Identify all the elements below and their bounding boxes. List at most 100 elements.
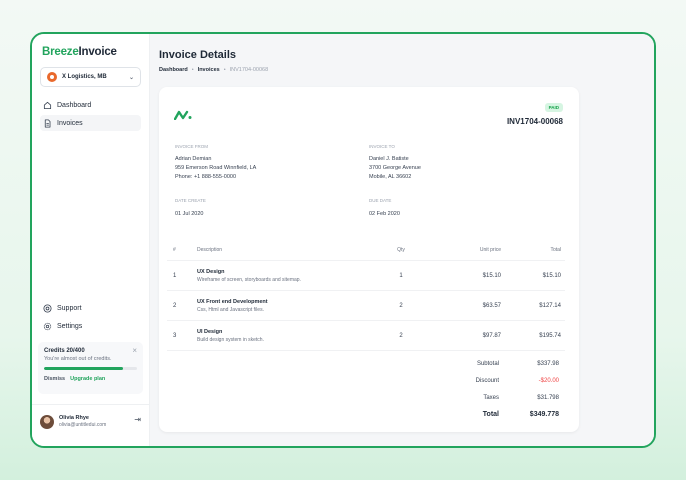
logout-icon[interactable]: ⇥ xyxy=(134,415,141,424)
nav-item-support[interactable]: Support xyxy=(40,300,141,316)
col-number: # xyxy=(173,246,176,253)
row-total: $195.74 xyxy=(539,332,561,339)
main-content: Invoice Details Dashboard • Invoices • I… xyxy=(150,34,654,446)
sidebar: BreezeInvoice X Logistics, MB ⌄ Dashboar… xyxy=(32,34,150,446)
secondary-nav: Support Settings xyxy=(40,300,141,336)
invoice-card: PAID INV1704-00068 INVOICE FROM Adrian D… xyxy=(159,87,579,432)
item-title: UX Front end Development xyxy=(197,298,268,305)
credits-subtitle: You're almost out of credits. xyxy=(44,356,112,362)
invoice-to-label: INVOICE TO xyxy=(369,144,395,149)
close-icon[interactable]: × xyxy=(132,346,137,355)
row-unit-price: $15.10 xyxy=(482,272,501,279)
breadcrumb: Dashboard • Invoices • INV1704-00068 xyxy=(159,67,268,73)
row-total: $127.14 xyxy=(539,302,561,309)
date-create: 01 Jul 2020 xyxy=(175,211,204,217)
brand-logo[interactable]: BreezeInvoice xyxy=(42,46,141,58)
invoice-from-label: INVOICE FROM xyxy=(175,144,209,149)
col-unit-price: Unit price xyxy=(479,246,501,253)
row-qty: 2 xyxy=(399,302,403,309)
page-title: Invoice Details xyxy=(159,49,237,61)
row-description: UI Design Build design system in sketch. xyxy=(197,329,381,343)
nav-item-settings-label: Settings xyxy=(57,322,83,330)
gear-icon xyxy=(43,322,52,331)
from-name: Adrian Demian xyxy=(175,156,212,162)
summary-taxes: Taxes $31.798 xyxy=(439,389,559,406)
org-switcher[interactable]: X Logistics, MB ⌄ xyxy=(40,67,141,87)
nav-item-invoices[interactable]: Invoices xyxy=(40,115,141,131)
nav-item-invoices-label: Invoices xyxy=(57,119,83,127)
row-total: $15.10 xyxy=(542,272,561,279)
total-value: $349.778 xyxy=(529,411,559,418)
user-profile: Olivia Rhye olivia@untitledui.com ⇥ xyxy=(32,404,149,429)
credits-progress-bar xyxy=(44,367,137,370)
item-details: Build design system in sketch. xyxy=(197,336,264,343)
credits-progress-fill xyxy=(44,367,124,370)
support-icon xyxy=(43,303,52,313)
breadcrumb-invoices[interactable]: Invoices xyxy=(198,67,220,73)
item-title: UI Design xyxy=(197,328,223,335)
taxes-label: Taxes xyxy=(483,394,499,401)
summary-total: Total $349.778 xyxy=(439,406,559,423)
breadcrumb-separator-icon: • xyxy=(223,67,226,73)
to-address: 3700 George Avenue xyxy=(369,165,421,171)
total-label: Total xyxy=(482,411,499,418)
org-logo-icon xyxy=(47,72,57,82)
row-qty: 1 xyxy=(399,272,403,279)
credits-title: Credits 20/400 xyxy=(44,348,85,354)
col-description: Description xyxy=(197,246,223,253)
from-address: 959 Emerson Road Winnfield, LA xyxy=(175,165,257,171)
due-date-label: DUE DATE xyxy=(369,198,392,203)
chevron-down-icon: ⌄ xyxy=(128,74,134,81)
item-title: UX Design xyxy=(197,268,225,275)
date-create-label: DATE CREATE xyxy=(175,198,206,203)
due-date: 02 Feb 2020 xyxy=(369,211,400,217)
invoice-summary: Subtotal $337.98 Discount -$20.00 Taxes … xyxy=(439,355,559,423)
to-city: Mobile, AL 36602 xyxy=(369,174,412,180)
table-row: 1 UX Design Wireframe of screen, storybo… xyxy=(167,261,565,291)
summary-subtotal: Subtotal $337.98 xyxy=(439,355,559,372)
app-frame: BreezeInvoice X Logistics, MB ⌄ Dashboar… xyxy=(30,32,656,448)
row-number: 2 xyxy=(173,302,177,309)
nav-item-support-label: Support xyxy=(57,304,82,312)
nav-item-dashboard[interactable]: Dashboard xyxy=(40,97,141,113)
invoice-items-table: # Description Qty Unit price Total 1 UX … xyxy=(167,239,565,351)
discount-label: Discount xyxy=(475,377,499,384)
summary-discount: Discount -$20.00 xyxy=(439,372,559,389)
discount-value: -$20.00 xyxy=(538,377,559,384)
invoice-from: Adrian Demian 959 Emerson Road Winnfield… xyxy=(175,155,256,182)
credits-card: Credits 20/400 You're almost out of cred… xyxy=(38,342,143,394)
row-qty: 2 xyxy=(399,332,403,339)
row-number: 3 xyxy=(173,332,177,339)
nav-item-settings[interactable]: Settings xyxy=(40,318,141,334)
document-icon xyxy=(43,118,52,128)
user-email: olivia@untitledui.com xyxy=(59,422,107,428)
row-unit-price: $97.87 xyxy=(482,332,501,339)
nav-item-dashboard-label: Dashboard xyxy=(57,101,92,109)
upgrade-plan-button[interactable]: Upgrade plan xyxy=(70,376,105,382)
to-name: Daniel J. Batiste xyxy=(369,156,409,162)
brand-part-2: Invoice xyxy=(78,46,117,58)
invoice-number: INV1704-00068 xyxy=(506,117,563,126)
home-icon xyxy=(43,101,52,110)
main-nav: Dashboard Invoices xyxy=(40,97,141,131)
col-total: Total xyxy=(550,246,561,253)
dismiss-button[interactable]: Dismiss xyxy=(44,376,65,382)
table-row: 3 UI Design Build design system in sketc… xyxy=(167,321,565,351)
company-logo-icon xyxy=(173,107,192,121)
item-details: Wireframe of screen, storyboards and sit… xyxy=(197,276,301,283)
brand-part-1: Breeze xyxy=(42,46,79,58)
from-phone: Phone: +1 888-555-0000 xyxy=(175,174,237,180)
org-name: X Logistics, MB xyxy=(62,74,107,80)
user-name: Olivia Rhye xyxy=(59,415,89,421)
breadcrumb-separator-icon: • xyxy=(191,67,194,73)
table-row: 2 UX Front end Development Css, Html and… xyxy=(167,291,565,321)
row-description: UX Front end Development Css, Html and J… xyxy=(197,299,381,313)
breadcrumb-current: INV1704-00068 xyxy=(229,67,269,73)
taxes-value: $31.798 xyxy=(537,394,559,401)
breadcrumb-dashboard[interactable]: Dashboard xyxy=(159,67,188,73)
row-unit-price: $63.57 xyxy=(482,302,501,309)
status-badge: PAID xyxy=(544,103,563,112)
avatar[interactable] xyxy=(40,415,54,429)
table-header: # Description Qty Unit price Total xyxy=(167,239,565,261)
row-description: UX Design Wireframe of screen, storyboar… xyxy=(197,269,381,283)
